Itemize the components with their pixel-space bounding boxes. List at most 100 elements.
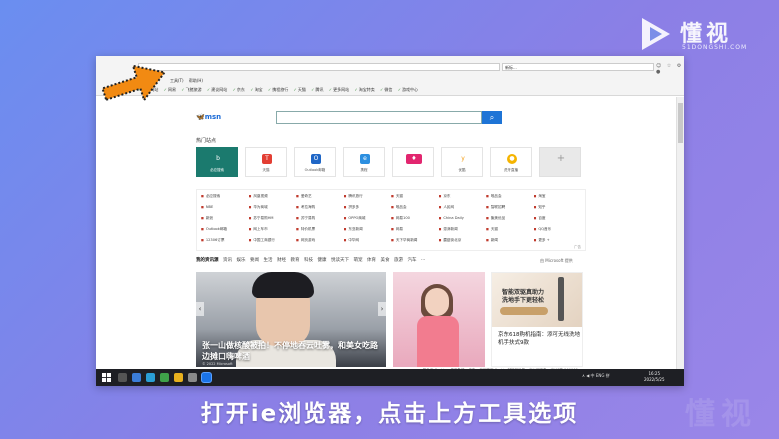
news-tab[interactable]: 体育 [367,258,376,263]
quick-link[interactable]: NBE [201,205,249,213]
quick-link[interactable]: 中国工商银行 [249,238,297,246]
news-tab[interactable]: 汽车 [408,258,417,263]
news-tab[interactable]: 科技 [304,258,313,263]
quick-link[interactable]: 苏宁易购HM [249,216,297,224]
system-tray[interactable]: ∧ ◀ 中 ENG 拼 [582,373,610,379]
carousel-next-icon[interactable]: › [378,302,386,316]
news-card-main[interactable]: ‹ › 张一山做核酸被拍！不停地吞云吐雾，和美女吃路边摊口嗨啤酒 © 2022 … [196,272,386,367]
news-tab[interactable]: ··· [421,258,425,263]
browser-tab[interactable]: 新标... [502,63,654,71]
app-icon[interactable] [160,373,169,382]
quick-link[interactable]: 天猫 [486,227,534,235]
quick-link[interactable]: China Daily [439,216,487,224]
windows-start-icon[interactable] [102,373,111,382]
folder-icon[interactable] [174,373,183,382]
tile-bing[interactable]: b 必应搜索 [196,147,238,177]
tile-tmall[interactable]: T 天猫 [245,147,287,177]
quick-link[interactable]: 智联招聘 [486,205,534,213]
search-button[interactable]: ⌕ [482,111,502,124]
quick-link[interactable]: 新浪 [201,216,249,224]
quick-link[interactable]: 淘宝 [534,194,582,202]
fav-item[interactable]: 建议网站 [207,87,227,92]
scrollbar[interactable] [676,97,684,369]
fav-item[interactable]: 天猫 [293,87,305,92]
quick-link[interactable]: 网易 [391,227,439,235]
quick-link[interactable]: 新闻 [486,238,534,246]
quick-link[interactable]: 考拉海购 [296,205,344,213]
fav-item[interactable]: 更多网站 [329,87,349,92]
search-input[interactable] [276,111,482,124]
quick-link[interactable]: 知乎 [534,205,582,213]
news-tab[interactable]: 娱乐 [237,258,246,263]
quick-link[interactable]: 澎湃新闻 [439,227,487,235]
fav-item[interactable]: 游戏中心 [398,87,418,92]
task-view-icon[interactable] [132,373,141,382]
quick-link[interactable]: 唯品会 [486,194,534,202]
fav-item[interactable]: 微信 [380,87,392,92]
store-icon[interactable] [188,373,197,382]
quick-link[interactable]: 拼多多 [344,205,392,213]
quick-link[interactable]: 网上车市 [249,227,297,235]
news-tab[interactable]: 萌宠 [354,258,363,263]
news-tab[interactable]: 要闻 [250,258,259,263]
quick-link[interactable]: 京东 [439,194,487,202]
quick-link[interactable]: 爱奇艺 [296,194,344,202]
tile-add[interactable]: + [539,147,581,177]
quick-link[interactable]: 天下华商新闻 [391,238,439,246]
clock[interactable]: 16:25 2022/5/25 [644,371,665,383]
quick-link[interactable]: 蘑菇街北京 [439,238,487,246]
news-tab[interactable]: 健康 [318,258,327,263]
tile-huya[interactable]: ● 虎牙直播 [490,147,532,177]
news-card-ad[interactable]: 智能双驱真助力 洗地手下更轻松 京东618购机指南：添可无线洗地机手扶式9款 [491,272,583,367]
quick-link[interactable]: 必应搜索 [201,194,249,202]
ie-taskbar-icon[interactable] [202,373,211,382]
quick-link[interactable]: 中华网 [344,238,392,246]
news-photo [417,316,459,367]
quick-link[interactable]: 聚美优品 [486,216,534,224]
window-controls[interactable]: ☺ ☆ ⚙ ● [656,63,684,75]
quick-link[interactable]: OPPO商城 [344,216,392,224]
quick-link[interactable]: 唯品会 [391,205,439,213]
news-tab[interactable]: 旅游 [394,258,403,263]
quick-link[interactable]: 特价机票 [296,227,344,235]
tile-ctrip[interactable]: e 携程 [343,147,385,177]
menu-tools[interactable]: 工具(T) [170,78,184,83]
quick-link[interactable]: 网页游戏 [296,238,344,246]
quick-link[interactable]: Outlook邮箱 [201,227,249,235]
fav-item[interactable]: 淘宝 [250,87,262,92]
quick-link[interactable]: 百度 [534,216,582,224]
quick-link[interactable]: QQ音乐 [534,227,582,235]
carousel-prev-icon[interactable]: ‹ [196,302,204,316]
fav-item[interactable]: 腾讯 [311,87,323,92]
tile-outlook[interactable]: O Outlook邮箱 [294,147,336,177]
quick-link[interactable]: 天猫 [391,194,439,202]
news-tab[interactable]: 悦读天下 [331,258,349,263]
fav-item[interactable]: 淘宝特卖 [354,87,374,92]
menu-help[interactable]: 帮助(H) [189,78,203,83]
quick-link[interactable]: 华为商城 [249,205,297,213]
fav-item[interactable]: 飞猪旅游 [181,87,201,92]
quick-link[interactable]: 腾讯旅行 [344,194,392,202]
quick-link[interactable]: 东亚新闻 [344,227,392,235]
quick-link[interactable]: 凤凰视频 [249,194,297,202]
tile-vip[interactable]: ♦ [392,147,434,177]
quick-link[interactable]: 人民网 [439,205,487,213]
search-taskbar-icon[interactable] [118,373,127,382]
news-tab[interactable]: 资讯 [223,258,232,263]
quick-link[interactable]: 12306订票 [201,238,249,246]
news-card-photo[interactable] [393,272,485,367]
quick-link[interactable]: 苏宁易购 [296,216,344,224]
quick-link[interactable]: 网易100 [391,216,439,224]
fav-item[interactable]: 携程旅行 [268,87,288,92]
edge-icon[interactable] [146,373,155,382]
news-tab[interactable]: 财经 [277,258,286,263]
scrollbar-thumb[interactable] [678,103,683,143]
tile-youku[interactable]: y 优酷 [441,147,483,177]
msn-logo[interactable]: 🦋msn [196,113,221,121]
news-tab[interactable]: 我的资讯源 [196,258,219,263]
news-tab[interactable]: 教育 [291,258,300,263]
news-tab[interactable]: 生活 [264,258,273,263]
address-bar[interactable] [138,63,500,71]
news-tab[interactable]: 美食 [381,258,390,263]
fav-item[interactable]: 京东 [233,87,245,92]
